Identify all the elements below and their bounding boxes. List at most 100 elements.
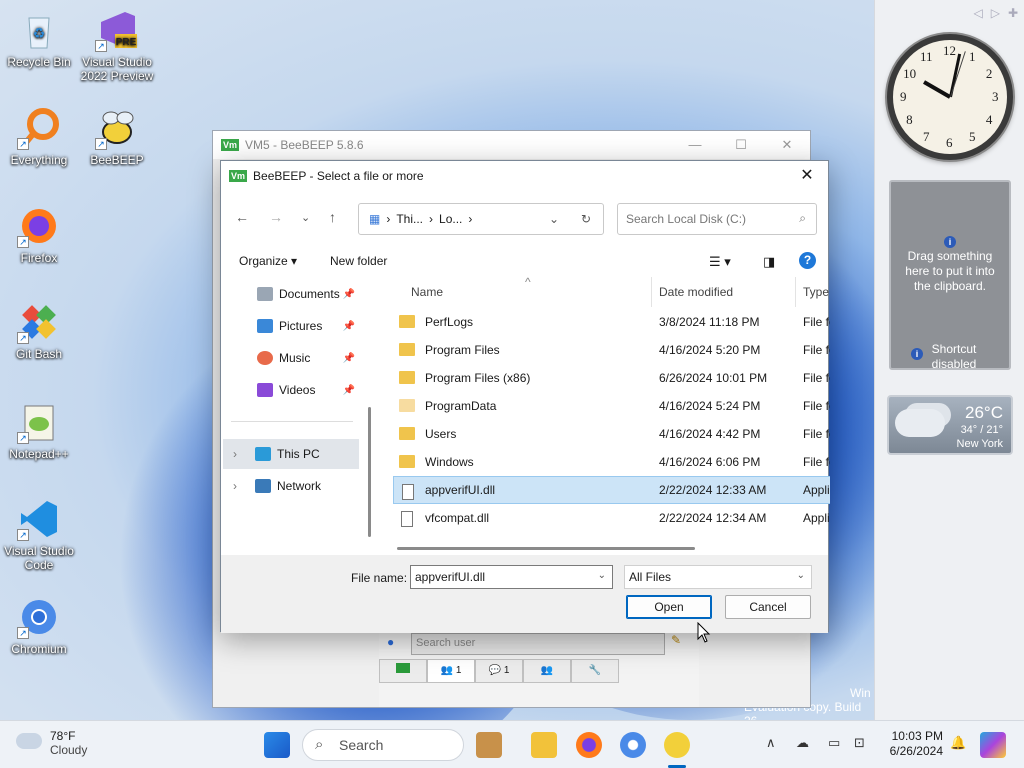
desktop-icon-chromium[interactable]: ↗ Chromium [1,595,77,656]
network-status-icon[interactable]: ⊡ [854,735,865,751]
weather-gadget[interactable]: 26°C 34° / 21° New York [887,395,1013,455]
clock-numeral: 10 [903,66,917,81]
dialog-toolbar: Organize ▾ New folder ☰ ▾ ◨ ? [221,245,828,277]
organize-button[interactable]: Organize ▾ [239,254,297,268]
computer-icon [255,447,271,461]
file-row[interactable]: Program Files (x86) 6/26/2024 10:01 PM F… [393,364,830,392]
sidebar-controls: ◁ ▷ ✚ [973,6,1018,20]
address-bar[interactable]: ▦ › Thi... › Lo... › ⌄ ↻ [358,203,604,235]
clock-numeral: 3 [992,89,999,104]
clock-gadget[interactable]: 12 1 2 3 4 5 6 7 8 9 10 11 [887,34,1013,160]
beebeep-icon[interactable] [664,732,690,758]
desktop-icon-firefox[interactable]: ↗ Firefox [1,204,77,265]
beebeep-icon: ↗ [95,106,139,150]
tab-network[interactable]: 👥 [523,659,571,683]
help-icon[interactable]: ? [799,252,816,269]
column-header-date[interactable]: Date modified [659,285,733,299]
prev-arrow-icon[interactable]: ◁ [973,6,982,20]
chromium-icon[interactable] [620,732,646,758]
recent-locations-chevron-icon[interactable]: ⌄ [301,211,310,224]
up-arrow-icon[interactable]: ↑ [329,209,336,225]
tab-users[interactable]: 👥 1 [427,659,475,683]
desktop-icon-git-bash[interactable]: ↗ Git Bash [1,300,77,361]
refresh-icon[interactable]: ↻ [581,212,591,226]
file-open-dialog: Vm BeeBEEP - Select a file or more ✕ ← →… [220,160,830,633]
desktop-icon-notepadpp[interactable]: ↗ Notepad++ [1,400,77,461]
nav-item-videos[interactable]: Videos 📌 [231,375,359,405]
next-arrow-icon[interactable]: ▷ [991,6,1000,20]
forward-arrow-icon[interactable]: → [269,209,283,225]
clear-search-icon[interactable]: ✎ [671,633,681,647]
breadcrumb-this-pc[interactable]: Thi... [396,212,423,226]
copilot-icon[interactable] [980,732,1006,758]
back-arrow-icon[interactable]: ← [235,209,249,225]
show-hidden-icons-chevron-icon[interactable]: ∧ [766,735,776,751]
hour-hand [923,80,951,99]
tab-files[interactable]: 🔧 [571,659,619,683]
file-row-selected[interactable]: appverifUI.dll 2/22/2024 12:33 AM Appli [393,476,830,504]
file-explorer-icon[interactable] [531,732,557,758]
taskbar-app-petra-icon[interactable] [476,732,502,758]
maximize-button[interactable]: ☐ [718,131,764,159]
clock-numeral: 9 [900,89,907,104]
display-icon[interactable]: ▭ [828,735,840,751]
close-button[interactable]: ✕ [764,131,810,159]
file-row[interactable]: vfcompat.dll 2/22/2024 12:34 AM Appli [393,504,830,532]
breadcrumb-local-disk[interactable]: Lo... [439,212,462,226]
column-header-name[interactable]: Name [411,285,443,299]
clock-numeral: 1 [969,49,976,65]
taskbar-weather-temp: 78°F [50,729,76,743]
taskbar-weather[interactable]: 78°F Cloudy [16,729,87,757]
desktop-icon-everything[interactable]: ↗ Everything [1,106,77,167]
shortcut-arrow-icon: ↗ [95,138,107,150]
file-row[interactable]: PerfLogs 3/8/2024 11:18 PM File fo [393,308,830,336]
dialog-close-button[interactable]: ✕ [792,165,822,187]
cancel-button[interactable]: Cancel [725,595,811,619]
chevron-down-icon[interactable]: ⌄ [598,570,606,581]
recycle-bin-icon: ♻ [17,8,61,52]
file-row[interactable]: Program Files 4/16/2024 5:20 PM File fo [393,336,830,364]
open-button[interactable]: Open [626,595,712,619]
nav-item-documents[interactable]: Documents 📌 [231,279,359,309]
clipboard-gadget[interactable]: i Drag something here to put it into the… [889,180,1011,371]
desktop-icon-beebeep[interactable]: ↗ BeeBEEP [79,106,155,167]
tab-groups[interactable]: 💬 1 [475,659,523,683]
folder-icon [399,315,415,328]
pictures-icon [257,319,273,333]
nav-item-this-pc[interactable]: › This PC [223,439,359,469]
file-row[interactable]: Windows 4/16/2024 6:06 PM File fo [393,448,830,476]
tab-chat[interactable] [379,659,427,683]
desktop-icon-visual-studio[interactable]: PRE ↗ Visual Studio 2022 Preview [79,8,155,83]
network-icon [255,479,271,493]
user-status-icon[interactable]: ● [387,635,394,649]
nav-item-network[interactable]: › Network [223,471,359,501]
taskbar-clock[interactable]: 10:03 PM 6/26/2024 [883,729,943,759]
notification-bell-icon[interactable]: 🔔 [950,735,966,751]
minimize-button[interactable]: — [672,131,718,159]
new-folder-button[interactable]: New folder [330,254,387,268]
column-divider [795,277,796,307]
firefox-icon[interactable] [576,732,602,758]
nav-item-music[interactable]: Music 📌 [231,343,359,373]
cloud-offline-icon[interactable]: ☁ [796,735,809,751]
desktop-icon-label: Notepad++ [9,447,69,461]
start-button[interactable] [264,732,290,758]
desktop-icon-recycle-bin[interactable]: ♻ Recycle Bin [1,8,77,69]
desktop-icon-vscode[interactable]: ↗ Visual Studio Code [1,497,77,572]
dialog-titlebar[interactable]: Vm BeeBEEP - Select a file or more [221,161,828,191]
file-type-select[interactable]: All Files ⌄ [624,565,812,589]
preview-pane-icon[interactable]: ◨ [763,254,775,270]
view-options-icon[interactable]: ☰ ▾ [709,254,731,270]
taskbar-search[interactable]: ⌕ Search [302,729,464,761]
column-header-type[interactable]: Type [803,285,829,299]
address-dropdown-icon[interactable]: ⌄ [549,212,559,226]
file-name-input[interactable]: appverifUI.dll ⌄ [410,565,613,589]
file-row[interactable]: ProgramData 4/16/2024 5:24 PM File fo [393,392,830,420]
search-input[interactable]: Search Local Disk (C:) ⌕ [617,203,817,235]
add-gadget-icon[interactable]: ✚ [1008,6,1018,20]
file-list-scrollbar[interactable] [397,547,695,550]
search-user-input[interactable]: Search user [411,633,665,655]
nav-pane-scrollbar[interactable] [368,407,371,537]
file-row[interactable]: Users 4/16/2024 4:42 PM File fo [393,420,830,448]
nav-item-pictures[interactable]: Pictures 📌 [231,311,359,341]
